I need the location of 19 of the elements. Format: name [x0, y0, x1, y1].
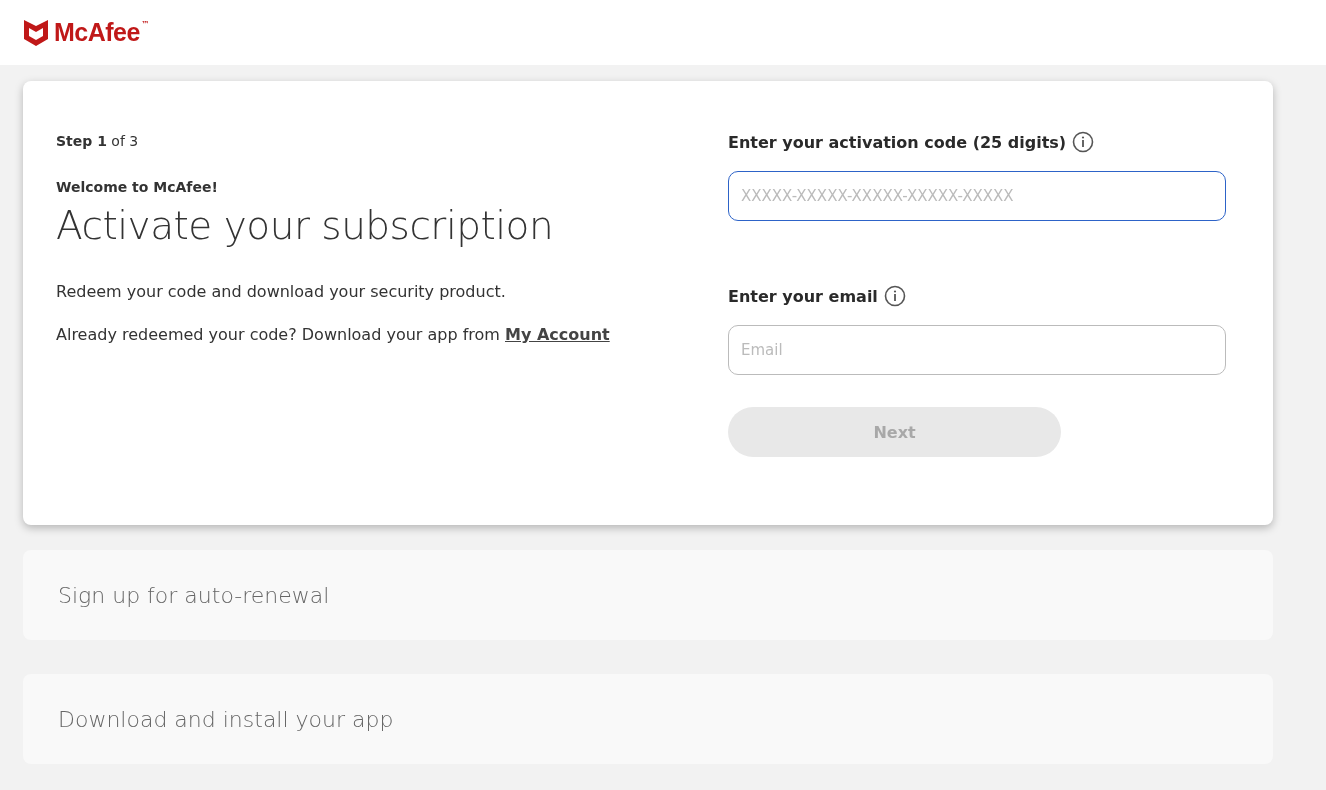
info-icon[interactable] — [883, 285, 906, 307]
description-text: Redeem your code and download your security product. — [56, 281, 506, 303]
step-panel[interactable]: Sign up for auto-renewal — [23, 550, 1273, 640]
step-panel[interactable]: Download and install your app — [23, 674, 1273, 764]
step-indicator: Step 1 of 3 — [56, 133, 139, 149]
shield-logo-icon — [24, 19, 48, 46]
account-note: Already redeemed your code? Download your app from My Account — [56, 324, 610, 346]
info-icon[interactable] — [1072, 131, 1095, 153]
welcome-heading: Welcome to McAfee! — [56, 179, 218, 195]
page-title: Activate your subscription — [56, 203, 554, 248]
input-field[interactable]: Email — [728, 325, 1226, 375]
input-field[interactable]: XXXXX-XXXXX-XXXXX-XXXXX-XXXXX — [728, 171, 1226, 221]
my-account-link[interactable]: My Account — [505, 325, 610, 344]
logo-wordmark: McAfee — [54, 18, 140, 47]
field-label: Enter your email — [728, 286, 878, 306]
field-label: Enter your activation code (25 digits) — [728, 132, 1067, 152]
step-title: Sign up for auto-renewal — [58, 582, 330, 608]
step-title: Download and install your app — [58, 706, 394, 732]
trademark-sign: ™ — [140, 20, 149, 29]
